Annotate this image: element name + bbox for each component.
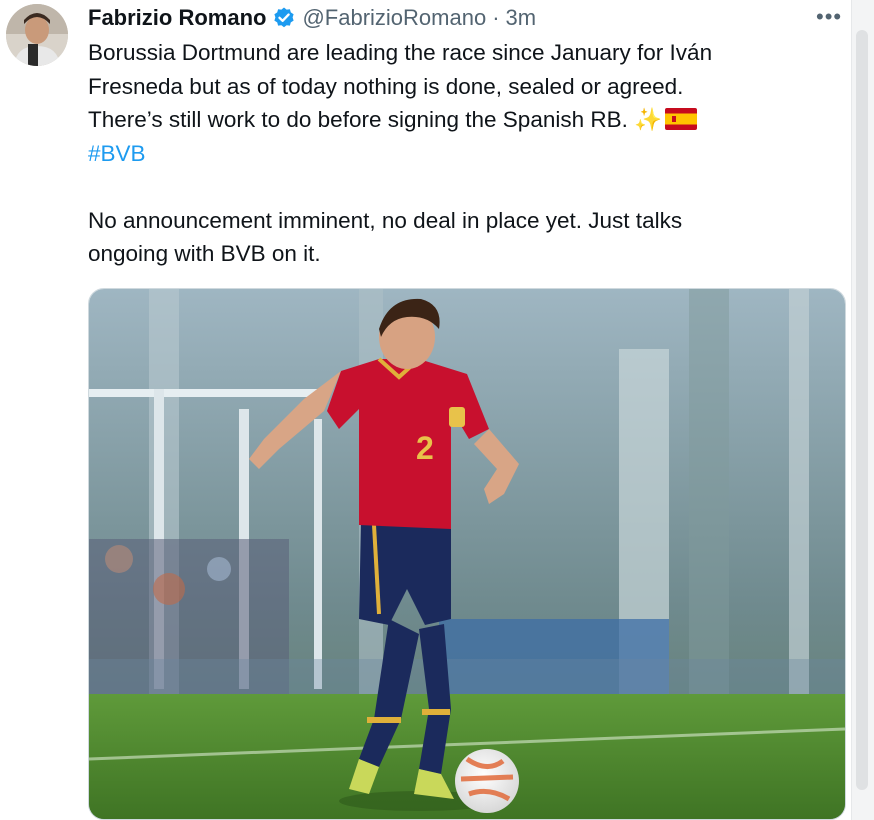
player-photo: 2 [89,289,845,819]
scrollbar-thumb[interactable] [856,30,868,790]
timestamp[interactable]: 3m [506,5,537,31]
avatar[interactable] [6,4,68,66]
separator-dot: · [492,5,500,30]
tweet-media-image[interactable]: 2 [88,288,846,820]
verified-badge-icon [274,7,295,28]
author-name[interactable]: Fabrizio Romano [88,5,266,31]
spain-flag-icon [665,108,698,130]
sparkles-emoji: ✨ [634,107,663,132]
hashtag-link[interactable]: #BVB [88,137,838,171]
tweet-header: Fabrizio Romano @FabrizioRomano · 3m [88,3,536,33]
jersey-number: 2 [416,430,434,466]
author-handle[interactable]: @FabrizioRomano [302,5,486,31]
more-options-icon[interactable]: ••• [816,4,842,30]
tweet-text-line: Fresneda but as of today nothing is done… [88,73,684,99]
tweet-text-line: No announcement imminent, no deal in pla… [88,207,683,233]
tweet-text-line: Borussia Dortmund are leading the race s… [88,40,713,65]
tweet-text-line: ongoing with BVB on it. [88,241,321,266]
tweet-text: Borussia Dortmund are leading the race s… [88,36,838,271]
tweet-text-segment: There’s still work to do before signing … [88,107,628,132]
tweet-text-line: There’s still work to do before signing … [88,103,838,137]
